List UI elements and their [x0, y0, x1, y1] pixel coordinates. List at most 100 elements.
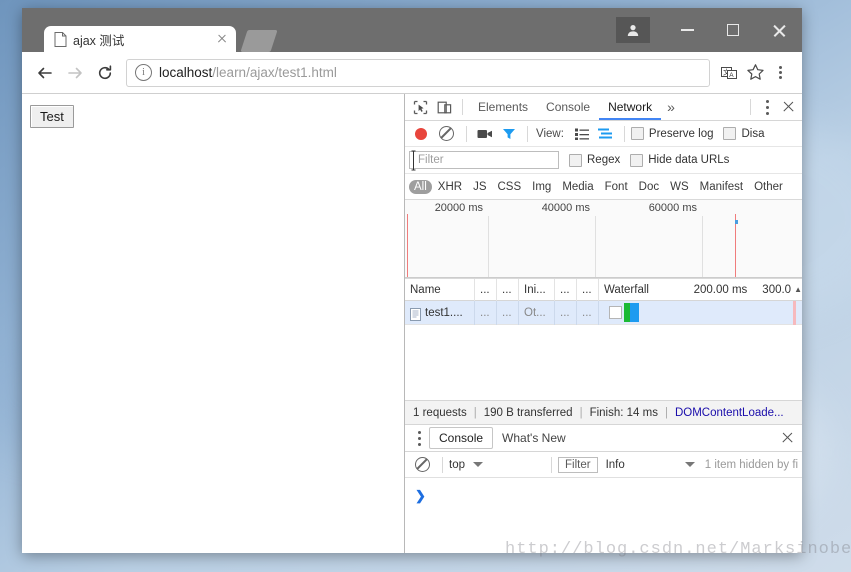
type-filter-js[interactable]: JS [468, 180, 491, 194]
console-prompt-icon: ❯ [415, 488, 426, 504]
page-icon [54, 32, 67, 47]
network-timeline-overview[interactable]: 20000 ms 40000 ms 60000 ms [405, 200, 802, 279]
divider: | [474, 407, 477, 419]
column-header-waterfall[interactable]: Waterfall [599, 279, 674, 301]
waterfall-tick-200: 200.00 ms [689, 279, 758, 301]
hide-data-urls-label: Hide data URLs [648, 154, 729, 166]
divider [462, 99, 463, 115]
console-context-selector[interactable]: top [449, 459, 545, 471]
waterfall-stalled-segment [609, 306, 622, 319]
record-button[interactable] [415, 128, 427, 140]
disable-cache-checkbox[interactable]: Disa [723, 127, 764, 140]
preserve-log-checkbox[interactable]: Preserve log [631, 127, 714, 140]
type-filter-img[interactable]: Img [527, 180, 556, 194]
type-filter-xhr[interactable]: XHR [433, 180, 467, 194]
page-info-icon[interactable]: i [135, 64, 152, 81]
tab-console[interactable]: Console [537, 94, 599, 120]
type-filter-manifest[interactable]: Manifest [695, 180, 748, 194]
drawer-tab-whats-new[interactable]: What's New [493, 428, 575, 448]
type-filter-doc[interactable]: Doc [634, 180, 664, 194]
console-filter-input[interactable]: Filter [558, 457, 598, 473]
view-list-icon[interactable] [570, 122, 594, 146]
network-toolbar: View: Preserve log Disa [405, 121, 802, 147]
column-header-type[interactable]: ... [497, 279, 519, 301]
type-filter-css[interactable]: CSS [492, 180, 526, 194]
console-hidden-items-message: 1 item hidden by filt [705, 459, 798, 471]
tab-network[interactable]: Network [599, 94, 661, 120]
translate-icon[interactable]: 文A [716, 60, 742, 86]
drawer-close-icon[interactable] [776, 427, 798, 449]
address-bar[interactable]: i localhost/learn/ajax/test1.html [126, 59, 710, 87]
capture-screenshots-icon[interactable] [473, 122, 497, 146]
row-name-text: test1.... [425, 301, 463, 325]
type-filter-other[interactable]: Other [749, 180, 788, 194]
devtools-tabbar: Elements Console Network » [405, 94, 802, 121]
overview-baseline [405, 277, 802, 278]
device-toolbar-icon[interactable] [432, 95, 456, 119]
devtools-panel: Elements Console Network » [405, 94, 802, 553]
row-cell-size: ... [555, 301, 577, 325]
network-filter-input[interactable]: Filter [409, 151, 559, 169]
forward-button[interactable] [60, 58, 90, 88]
row-cell-initiator: Ot... [519, 301, 555, 325]
url-text: localhost/learn/ajax/test1.html [159, 65, 337, 80]
network-table-empty-space [405, 325, 802, 400]
minimize-button[interactable] [664, 8, 710, 52]
row-cell-waterfall [599, 301, 802, 325]
new-tab-button[interactable] [240, 30, 277, 52]
type-filter-ws[interactable]: WS [665, 180, 694, 194]
type-filter-media[interactable]: Media [557, 180, 598, 194]
type-filter-all[interactable]: All [409, 180, 432, 194]
divider: | [580, 407, 583, 419]
column-header-time[interactable]: ... [577, 279, 599, 301]
table-row[interactable]: test1.... ... ... Ot... ... ... [405, 301, 802, 325]
sort-ascending-icon[interactable]: ▲ [794, 285, 802, 294]
test-button[interactable]: Test [30, 105, 74, 128]
clear-network-icon[interactable] [439, 126, 454, 141]
clear-console-icon[interactable] [415, 457, 430, 472]
console-level-selector[interactable]: Info [606, 459, 695, 471]
hide-data-urls-checkbox[interactable]: Hide data URLs [630, 154, 729, 167]
overview-gridline [488, 216, 489, 278]
overview-gridline [595, 216, 596, 278]
more-tabs-icon[interactable]: » [661, 99, 681, 115]
overview-tick-40000: 40000 ms [542, 202, 595, 214]
console-toolbar: top Filter Info 1 item hidden by filt [405, 452, 802, 478]
overview-tick-20000: 20000 ms [435, 202, 488, 214]
column-header-initiator[interactable]: Ini... [519, 279, 555, 301]
browser-tab[interactable]: ajax 测试 [44, 26, 236, 52]
row-cell-type: ... [497, 301, 519, 325]
reload-button[interactable] [90, 58, 120, 88]
column-header-name[interactable]: Name [405, 279, 475, 301]
overview-load-marker [407, 214, 408, 278]
summary-transferred: 190 B transferred [484, 407, 573, 419]
type-filter-font[interactable]: Font [600, 180, 633, 194]
browser-menu-button[interactable] [768, 60, 794, 86]
close-icon[interactable] [214, 31, 230, 47]
drawer-tab-console[interactable]: Console [429, 427, 493, 449]
waterfall-download-segment [630, 303, 639, 322]
profile-icon[interactable] [616, 17, 650, 43]
devtools-settings-menu-icon[interactable] [757, 98, 777, 116]
svg-text:A: A [729, 72, 734, 79]
drawer-menu-icon[interactable] [409, 429, 429, 447]
tab-elements[interactable]: Elements [469, 94, 537, 120]
row-cell-time: ... [577, 301, 599, 325]
maximize-button[interactable] [710, 8, 756, 52]
column-header-status[interactable]: ... [475, 279, 497, 301]
back-button[interactable] [30, 58, 60, 88]
bookmark-star-icon[interactable] [742, 60, 768, 86]
summary-requests: 1 requests [413, 407, 467, 419]
column-header-size[interactable]: ... [555, 279, 577, 301]
checkbox-box [723, 127, 736, 140]
inspect-element-icon[interactable] [408, 95, 432, 119]
chevron-down-icon [685, 462, 695, 467]
divider [442, 457, 443, 473]
devtools-close-icon[interactable] [777, 96, 799, 118]
view-waterfall-icon[interactable] [594, 122, 618, 146]
tab-title: ajax 测试 [73, 30, 214, 49]
row-cell-name[interactable]: test1.... [405, 301, 475, 325]
regex-checkbox[interactable]: Regex [569, 154, 620, 167]
window-close-button[interactable] [756, 8, 802, 52]
filter-funnel-icon[interactable] [497, 122, 521, 146]
